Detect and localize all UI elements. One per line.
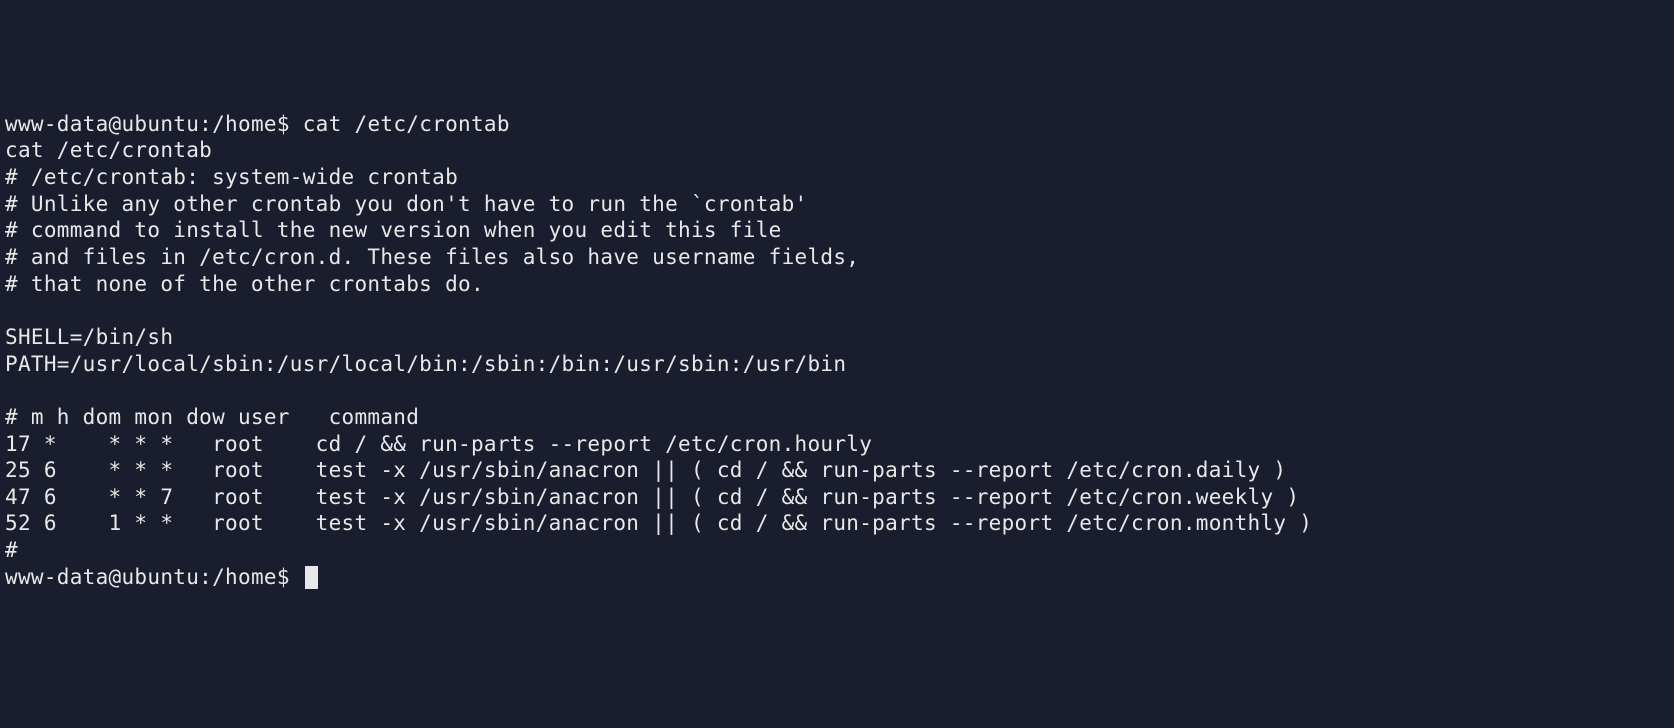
output-line: # bbox=[5, 538, 18, 562]
prompt-separator: : bbox=[199, 112, 212, 136]
prompt-user-host: www-data@ubuntu bbox=[5, 565, 199, 589]
output-line: cat /etc/crontab bbox=[5, 138, 212, 162]
prompt-symbol: $ bbox=[277, 112, 290, 136]
output-line: # m h dom mon dow user command bbox=[5, 405, 419, 429]
output-line: SHELL=/bin/sh bbox=[5, 325, 173, 349]
output-line: # that none of the other crontabs do. bbox=[5, 272, 484, 296]
output-line: 52 6 1 * * root test -x /usr/sbin/anacro… bbox=[5, 511, 1312, 535]
prompt-symbol: $ bbox=[277, 565, 290, 589]
output-line: 25 6 * * * root test -x /usr/sbin/anacro… bbox=[5, 458, 1286, 482]
prompt-path: /home bbox=[212, 565, 277, 589]
output-line: 17 * * * * root cd / && run-parts --repo… bbox=[5, 432, 872, 456]
output-line: PATH=/usr/local/sbin:/usr/local/bin:/sbi… bbox=[5, 352, 846, 376]
output-line: # command to install the new version whe… bbox=[5, 218, 782, 242]
output-line: 47 6 * * 7 root test -x /usr/sbin/anacro… bbox=[5, 485, 1299, 509]
prompt-line-1: www-data@ubuntu:/home$ cat /etc/crontab bbox=[5, 112, 510, 136]
output-line: # and files in /etc/cron.d. These files … bbox=[5, 245, 859, 269]
command-text: cat /etc/crontab bbox=[303, 112, 510, 136]
output-line: # Unlike any other crontab you don't hav… bbox=[5, 192, 807, 216]
prompt-line-2: www-data@ubuntu:/home$ bbox=[5, 565, 318, 589]
terminal-output[interactable]: www-data@ubuntu:/home$ cat /etc/crontab … bbox=[5, 111, 1669, 591]
prompt-separator: : bbox=[199, 565, 212, 589]
output-line: # /etc/crontab: system-wide crontab bbox=[5, 165, 458, 189]
prompt-path: /home bbox=[212, 112, 277, 136]
prompt-user-host: www-data@ubuntu bbox=[5, 112, 199, 136]
cursor-icon bbox=[305, 566, 318, 589]
